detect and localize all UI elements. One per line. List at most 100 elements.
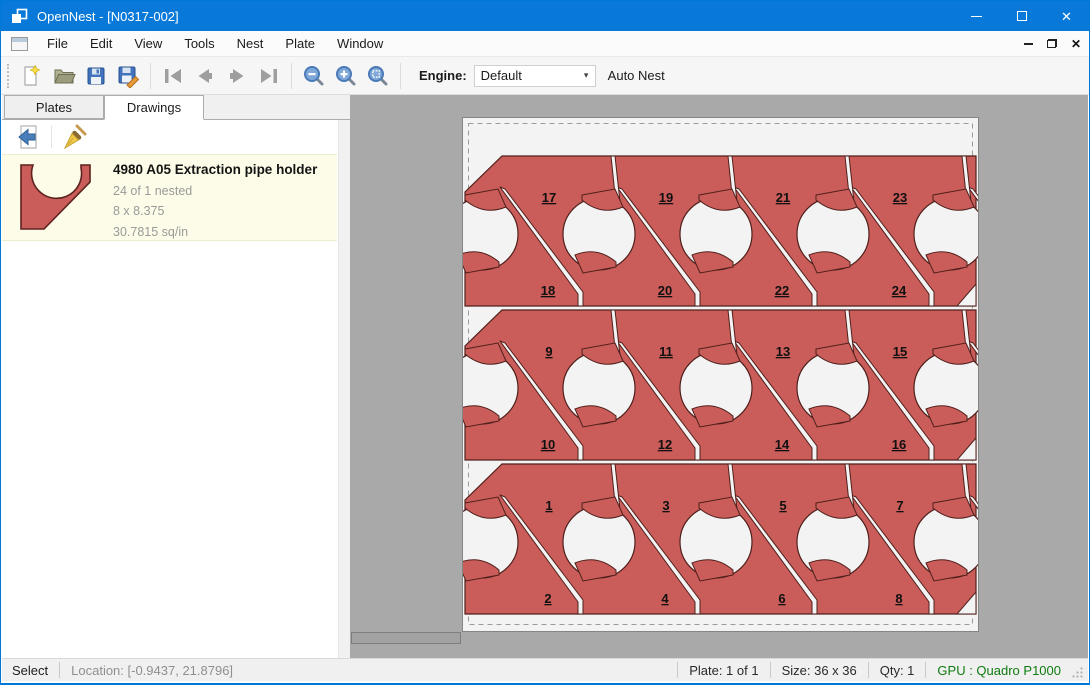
plate[interactable]: 171921231820222491113151012141613572468: [463, 118, 978, 631]
go-last-icon: [257, 64, 281, 88]
close-icon: ✕: [1061, 10, 1072, 23]
close-button[interactable]: ✕: [1044, 1, 1089, 31]
drawing-dimensions: 8 x 8.375: [113, 204, 317, 218]
panel-tabs: Plates Drawings: [2, 95, 350, 120]
new-document-button[interactable]: [16, 60, 48, 92]
main-body: Plates Drawings: [2, 95, 1088, 658]
new-document-icon: [20, 64, 44, 88]
drawing-list-item[interactable]: 4980 A05 Extraction pipe holder 24 of 1 …: [2, 154, 337, 241]
side-panel: Plates Drawings: [2, 95, 350, 658]
minimize-icon: [971, 16, 982, 17]
part-thumbnail: [17, 162, 99, 234]
status-separator: [925, 662, 926, 678]
broom-icon: [62, 124, 88, 150]
engine-select[interactable]: Default ▾: [474, 65, 596, 87]
toolbar-separator: [51, 126, 52, 148]
clean-button[interactable]: [59, 123, 91, 151]
status-qty: Qty: 1: [880, 663, 915, 678]
part-number-label: 20: [658, 283, 672, 298]
part-number-label: 8: [895, 591, 902, 606]
status-mode: Select: [12, 663, 48, 678]
status-plate-size: Size: 36 x 36: [782, 663, 857, 678]
resize-grip[interactable]: [1071, 666, 1084, 679]
save-as-icon: [116, 64, 140, 88]
drawing-title: 4980 A05 Extraction pipe holder: [113, 162, 317, 177]
nested-parts-layout[interactable]: 171921231820222491113151012141613572468: [463, 118, 978, 631]
zoom-out-icon: [302, 64, 326, 88]
status-gpu: GPU : Quadro P1000: [937, 663, 1061, 678]
menu-view[interactable]: View: [123, 32, 173, 55]
part-number-label: 22: [775, 283, 789, 298]
menu-window[interactable]: Window: [326, 32, 394, 55]
part-number-label: 2: [544, 591, 551, 606]
drawing-item-info: 4980 A05 Extraction pipe holder 24 of 1 …: [113, 155, 317, 240]
go-first-icon: [161, 64, 185, 88]
part-number-label: 24: [892, 283, 907, 298]
panel-scrollbar-gutter[interactable]: [338, 120, 350, 658]
go-last-button[interactable]: [253, 60, 285, 92]
part-number-label: 1: [545, 498, 552, 513]
app-icon: [11, 8, 28, 25]
part-number-label: 17: [542, 190, 556, 205]
nest-canvas[interactable]: 171921231820222491113151012141613572468: [350, 95, 1088, 658]
menu-tools[interactable]: Tools: [173, 32, 225, 55]
status-location: Location: [-0.9437, 21.8796]: [71, 663, 233, 678]
status-plate-count: Plate: 1 of 1: [689, 663, 758, 678]
mdi-restore-button[interactable]: [1047, 39, 1057, 48]
mdi-close-button[interactable]: ✕: [1071, 38, 1081, 50]
part-number-label: 13: [776, 344, 790, 359]
toolbar-grip[interactable]: [7, 64, 9, 88]
save-icon: [84, 64, 108, 88]
title-bar: OpenNest - [N0317-002] ✕: [1, 1, 1089, 31]
save-as-button[interactable]: [112, 60, 144, 92]
status-bar: Select Location: [-0.9437, 21.8796] Plat…: [2, 658, 1088, 681]
go-next-button[interactable]: [221, 60, 253, 92]
drawing-area: 30.7815 sq/in: [113, 225, 317, 239]
minimize-button[interactable]: [954, 1, 999, 31]
status-separator: [677, 662, 678, 678]
part-number-label: 7: [896, 498, 903, 513]
menu-file[interactable]: File: [36, 32, 79, 55]
toolbar-separator: [150, 63, 151, 89]
zoom-fit-button[interactable]: [362, 60, 394, 92]
status-separator: [59, 662, 60, 678]
engine-label: Engine:: [419, 68, 467, 83]
drawing-nested-count: 24 of 1 nested: [113, 184, 317, 198]
menu-edit[interactable]: Edit: [79, 32, 123, 55]
go-previous-button[interactable]: [189, 60, 221, 92]
horizontal-scrollbar-thumb[interactable]: [351, 632, 461, 644]
tab-plates[interactable]: Plates: [4, 95, 104, 119]
return-drawing-button[interactable]: [12, 123, 44, 151]
app-window: OpenNest - [N0317-002] ✕ File Edit View …: [0, 0, 1090, 685]
open-folder-icon: [52, 64, 76, 88]
menu-plate[interactable]: Plate: [274, 32, 326, 55]
status-separator: [868, 662, 869, 678]
part-number-label: 3: [662, 498, 669, 513]
auto-nest-button[interactable]: Auto Nest: [608, 68, 665, 83]
engine-value: Default: [475, 68, 578, 83]
maximize-icon: [1017, 11, 1027, 21]
zoom-in-button[interactable]: [330, 60, 362, 92]
document-window-icon: [11, 37, 28, 51]
window-title: OpenNest - [N0317-002]: [37, 9, 179, 24]
open-button[interactable]: [48, 60, 80, 92]
mdi-minimize-button[interactable]: [1024, 43, 1033, 45]
go-first-button[interactable]: [157, 60, 189, 92]
save-button[interactable]: [80, 60, 112, 92]
part-number-label: 23: [893, 190, 907, 205]
toolbar-separator: [291, 63, 292, 89]
chevron-down-icon: ▾: [578, 66, 595, 86]
zoom-fit-icon: [366, 64, 390, 88]
menu-nest[interactable]: Nest: [226, 32, 275, 55]
zoom-in-icon: [334, 64, 358, 88]
part-number-label: 19: [659, 190, 673, 205]
part-number-label: 16: [892, 437, 906, 452]
menu-bar: File Edit View Tools Nest Plate Window ✕: [1, 31, 1089, 57]
toolbar-separator: [400, 63, 401, 89]
zoom-out-button[interactable]: [298, 60, 330, 92]
part-number-label: 4: [661, 591, 669, 606]
tab-drawings[interactable]: Drawings: [104, 95, 204, 120]
status-separator: [770, 662, 771, 678]
part-number-label: 6: [778, 591, 785, 606]
maximize-button[interactable]: [999, 1, 1044, 31]
